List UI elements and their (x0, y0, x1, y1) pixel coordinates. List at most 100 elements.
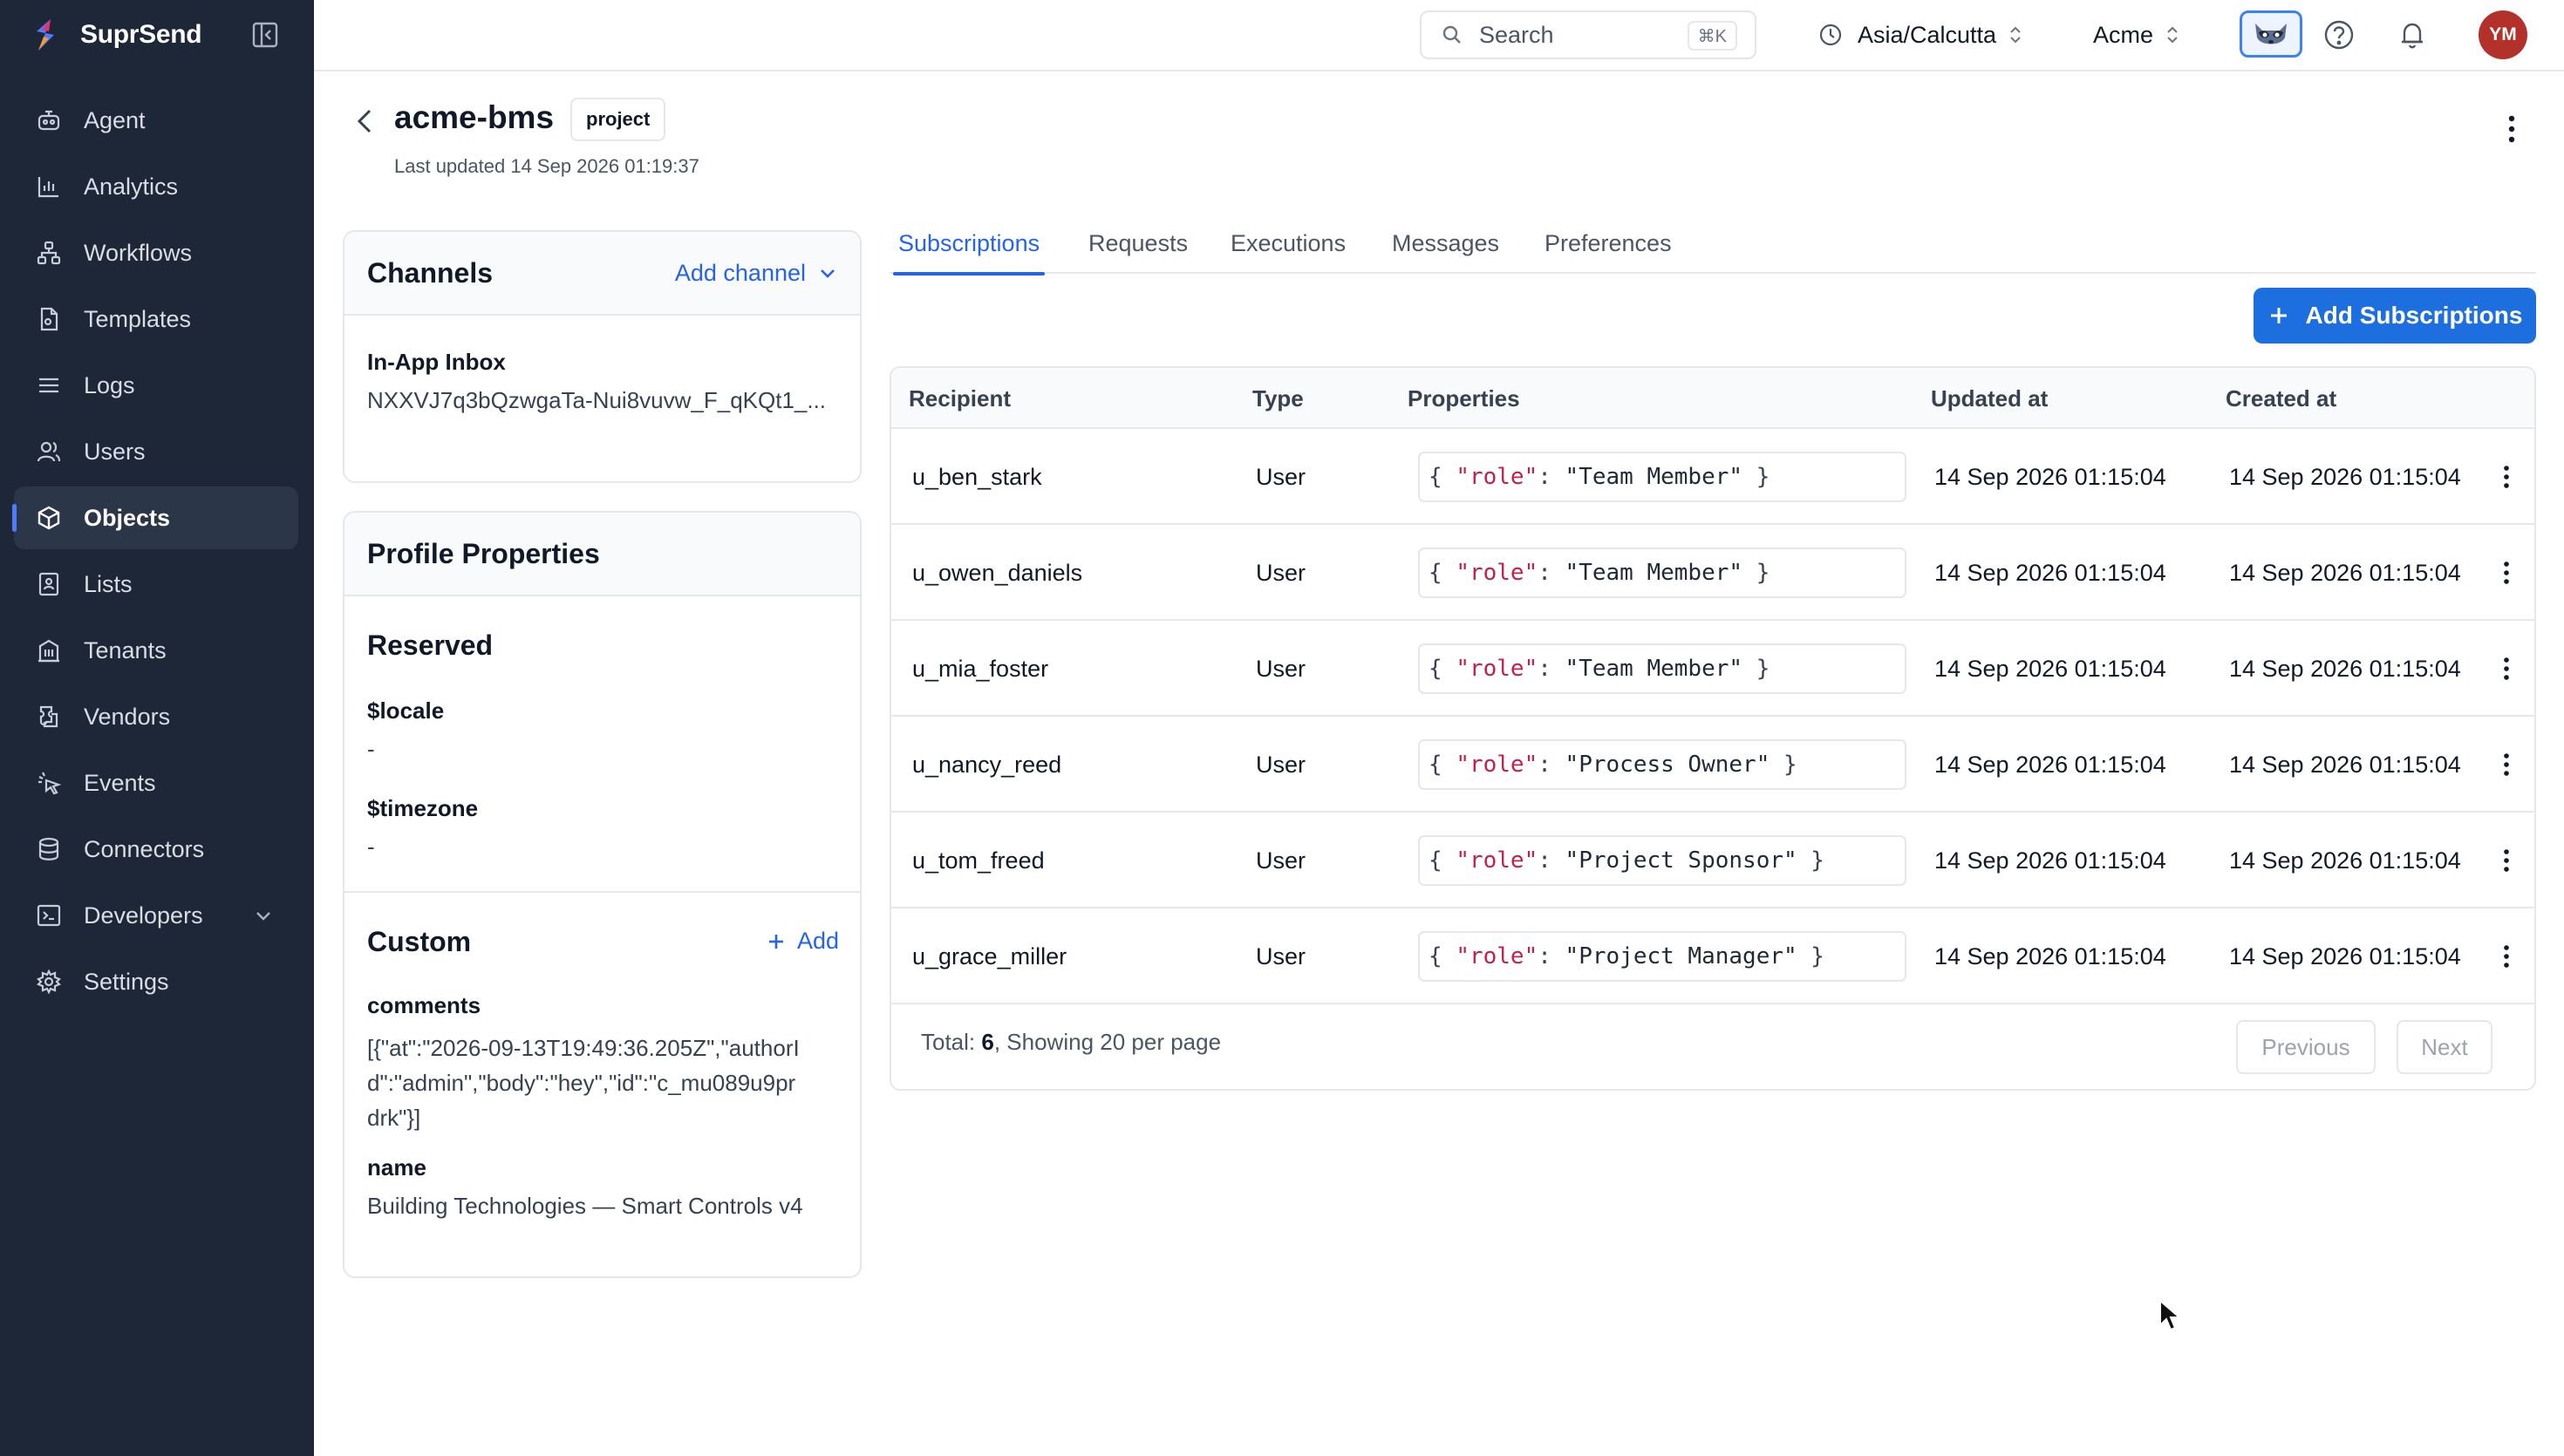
properties-cell: { "role": "Project Sponsor" } (1418, 835, 1906, 886)
topbar: ⌘K Asia/Calcutta Acme YM (314, 0, 2564, 71)
sidebar-collapse-icon (252, 22, 278, 48)
sidebar-item-templates[interactable]: Templates (14, 288, 298, 350)
previous-page-button[interactable]: Previous (2236, 1020, 2376, 1074)
property-value: "Team Member" (1565, 464, 1743, 490)
comments-value-line: drk"}] (367, 1105, 421, 1131)
sidebar-item-tenants[interactable]: Tenants (14, 619, 298, 682)
sidebar-item-logs[interactable]: Logs (14, 354, 298, 417)
table-row[interactable]: u_owen_daniels User { "role": "Team Memb… (891, 525, 2534, 621)
org-label: Acme (2093, 21, 2154, 48)
sidebar-item-lists[interactable]: Lists (14, 553, 298, 616)
table-row[interactable]: u_grace_miller User { "role": "Project M… (891, 908, 2534, 1004)
more-vertical-icon[interactable] (2498, 846, 2515, 875)
more-vertical-icon (2508, 115, 2515, 143)
property-key: "role" (1456, 560, 1538, 586)
add-label: Add (796, 928, 839, 954)
column-header-recipient: Recipient (909, 385, 1012, 412)
next-page-button[interactable]: Next (2397, 1020, 2492, 1074)
locale-value: - (367, 736, 375, 762)
timezone-selector[interactable]: Asia/Calcutta (1817, 10, 2022, 59)
property-key: "role" (1456, 656, 1538, 682)
add-subscriptions-label: Add Subscriptions (2305, 302, 2523, 329)
vendors-icon (35, 703, 63, 731)
table-header: Recipient Type Properties Updated at Cre… (891, 368, 2534, 429)
sidebar-item-label: Events (84, 769, 156, 796)
help-circle-icon (2324, 20, 2354, 50)
created-at-cell: 14 Sep 2026 01:15:04 (2229, 656, 2461, 682)
timezone-prop-value: - (367, 833, 375, 860)
sidebar-item-label: Lists (84, 570, 133, 597)
tab-messages[interactable]: Messages (1392, 228, 1499, 274)
table-row[interactable]: u_tom_freed User { "role": "Project Spon… (891, 813, 2534, 908)
sidebar-item-events[interactable]: Events (14, 752, 298, 814)
property-value: "Team Member" (1565, 656, 1743, 682)
sidebar-item-settings[interactable]: Settings (14, 950, 298, 1013)
profile-properties-card: Profile Properties Reserved $locale - $t… (343, 511, 862, 1278)
recipient-cell[interactable]: u_grace_miller (912, 943, 1067, 970)
add-subscriptions-button[interactable]: Add Subscriptions (2254, 288, 2536, 344)
properties-cell: { "role": "Team Member" } (1418, 548, 1906, 598)
settings-icon (35, 968, 63, 996)
more-vertical-icon[interactable] (2498, 462, 2515, 492)
page-more-menu-button[interactable] (2501, 110, 2522, 148)
templates-icon (35, 305, 63, 333)
recipient-cell[interactable]: u_tom_freed (912, 847, 1045, 874)
tab-subscriptions[interactable]: Subscriptions (892, 228, 1046, 276)
sidebar-item-connectors[interactable]: Connectors (14, 818, 298, 881)
property-key: "role" (1456, 943, 1538, 970)
collapse-sidebar-button[interactable] (249, 19, 281, 51)
brand[interactable]: SuprSend (26, 12, 288, 58)
name-value: Building Technologies — Smart Controls v… (367, 1193, 803, 1219)
name-label: name (367, 1154, 426, 1180)
more-vertical-icon[interactable] (2498, 750, 2515, 779)
user-avatar[interactable]: YM (2479, 10, 2527, 59)
raccoon-icon (2255, 24, 2287, 44)
updated-at-cell: 14 Sep 2026 01:15:04 (1934, 847, 2166, 874)
sidebar-item-label: Settings (84, 968, 169, 995)
more-vertical-icon[interactable] (2498, 558, 2515, 588)
events-icon (35, 769, 63, 797)
page-title: acme-bms (394, 99, 555, 135)
sidebar-item-objects[interactable]: Objects (12, 486, 298, 549)
last-updated-text: Last updated 14 Sep 2026 01:19:37 (394, 155, 699, 177)
table-row[interactable]: u_nancy_reed User { "role": "Process Own… (891, 717, 2534, 813)
property-value: "Team Member" (1565, 560, 1743, 586)
property-value: "Project Manager" (1565, 943, 1797, 970)
recipient-cell[interactable]: u_nancy_reed (912, 752, 1061, 779)
notifications-button[interactable] (2395, 17, 2430, 52)
org-selector[interactable]: Acme (2093, 10, 2179, 59)
add-custom-property-button[interactable]: Add (766, 928, 839, 955)
add-channel-button[interactable]: Add channel (675, 260, 837, 287)
search-box[interactable]: ⌘K (1420, 10, 1756, 59)
sidebar-item-vendors[interactable]: Vendors (14, 685, 298, 748)
sidebar-item-label: Developers (84, 901, 203, 929)
more-vertical-icon[interactable] (2498, 654, 2515, 684)
tab-requests[interactable]: Requests (1088, 228, 1188, 274)
sidebar-item-label: Logs (84, 371, 135, 398)
more-vertical-icon[interactable] (2498, 942, 2515, 971)
sidebar-item-developers[interactable]: Developers (14, 884, 298, 947)
back-button[interactable] (349, 103, 380, 139)
sidebar-item-workflows[interactable]: Workflows (14, 221, 298, 284)
sidebar-item-users[interactable]: Users (14, 420, 298, 483)
table-row[interactable]: u_mia_foster User { "role": "Team Member… (891, 621, 2534, 717)
tab-preferences[interactable]: Preferences (1545, 228, 1672, 274)
sidebar-item-analytics[interactable]: Analytics (14, 155, 298, 218)
sidebar-item-label: Analytics (84, 173, 179, 200)
users-icon (35, 438, 63, 466)
recipient-cell[interactable]: u_owen_daniels (912, 560, 1082, 587)
search-input[interactable] (1479, 21, 1671, 49)
recipient-cell[interactable]: u_ben_stark (912, 464, 1042, 491)
tab-executions[interactable]: Executions (1231, 228, 1346, 274)
logs-icon (35, 371, 63, 399)
profile-properties-title: Profile Properties (367, 537, 600, 569)
sidebar-item-label: Workflows (84, 239, 193, 266)
timezone-label: Asia/Calcutta (1858, 21, 1997, 48)
comments-value: [{"at":"2026-09-13T19:49:36.205Z","autho… (367, 1031, 800, 1135)
sidebar-item-agent[interactable]: Agent (14, 89, 298, 152)
agent-mascot-button[interactable] (2240, 10, 2302, 58)
recipient-cell[interactable]: u_mia_foster (912, 656, 1048, 683)
sidebar-item-label: Vendors (84, 703, 171, 730)
help-button[interactable] (2322, 17, 2356, 52)
table-row[interactable]: u_ben_stark User { "role": "Team Member"… (891, 429, 2534, 525)
